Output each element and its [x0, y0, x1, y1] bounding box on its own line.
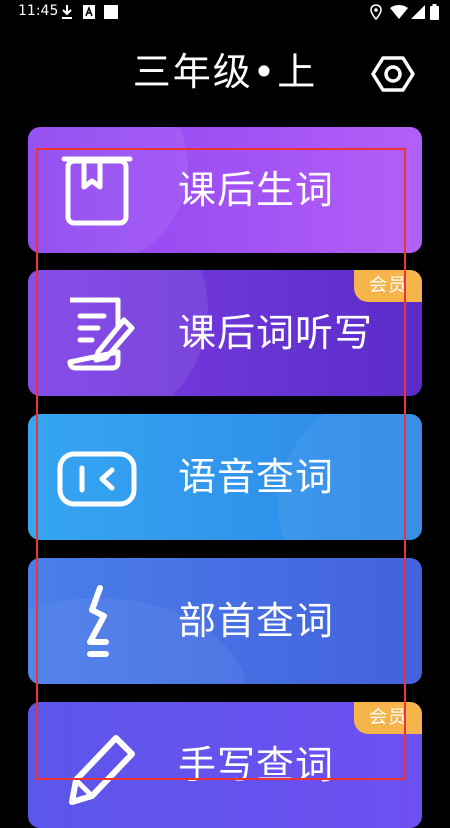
pen-icon	[69, 735, 135, 805]
settings-button[interactable]	[369, 50, 417, 98]
wifi-icon	[390, 5, 408, 19]
battery-icon	[430, 4, 439, 20]
card-label: 课后词听写	[178, 311, 374, 355]
voice-search-icon	[57, 451, 137, 507]
edit-note-icon	[67, 297, 135, 371]
download-icon	[62, 5, 72, 19]
status-bar: 11:45	[0, 0, 450, 24]
menu-card-dictation[interactable]: 会员 课后词听写	[28, 270, 422, 396]
book-icon	[61, 156, 133, 226]
card-label: 手写查词	[178, 743, 335, 787]
card-label: 语音查词	[178, 455, 335, 499]
a-letter-icon	[83, 5, 95, 19]
menu-card-radical-search[interactable]: 部首查词	[28, 558, 422, 684]
menu-card-handwriting-search[interactable]: 会员 手写查词	[28, 702, 422, 828]
menu-card-new-words[interactable]: 课后生词	[28, 127, 422, 253]
card-label: 部首查词	[178, 599, 335, 643]
card-label: 课后生词	[178, 168, 335, 212]
vip-badge: 会员	[354, 702, 422, 734]
status-time: 11:45	[18, 3, 59, 19]
square-icon	[104, 5, 118, 19]
location-icon	[370, 4, 382, 20]
gear-icon	[371, 56, 415, 92]
radical-stroke-icon	[87, 585, 109, 657]
signal-icon	[411, 5, 425, 19]
menu-card-voice-search[interactable]: 语音查词	[28, 414, 422, 540]
